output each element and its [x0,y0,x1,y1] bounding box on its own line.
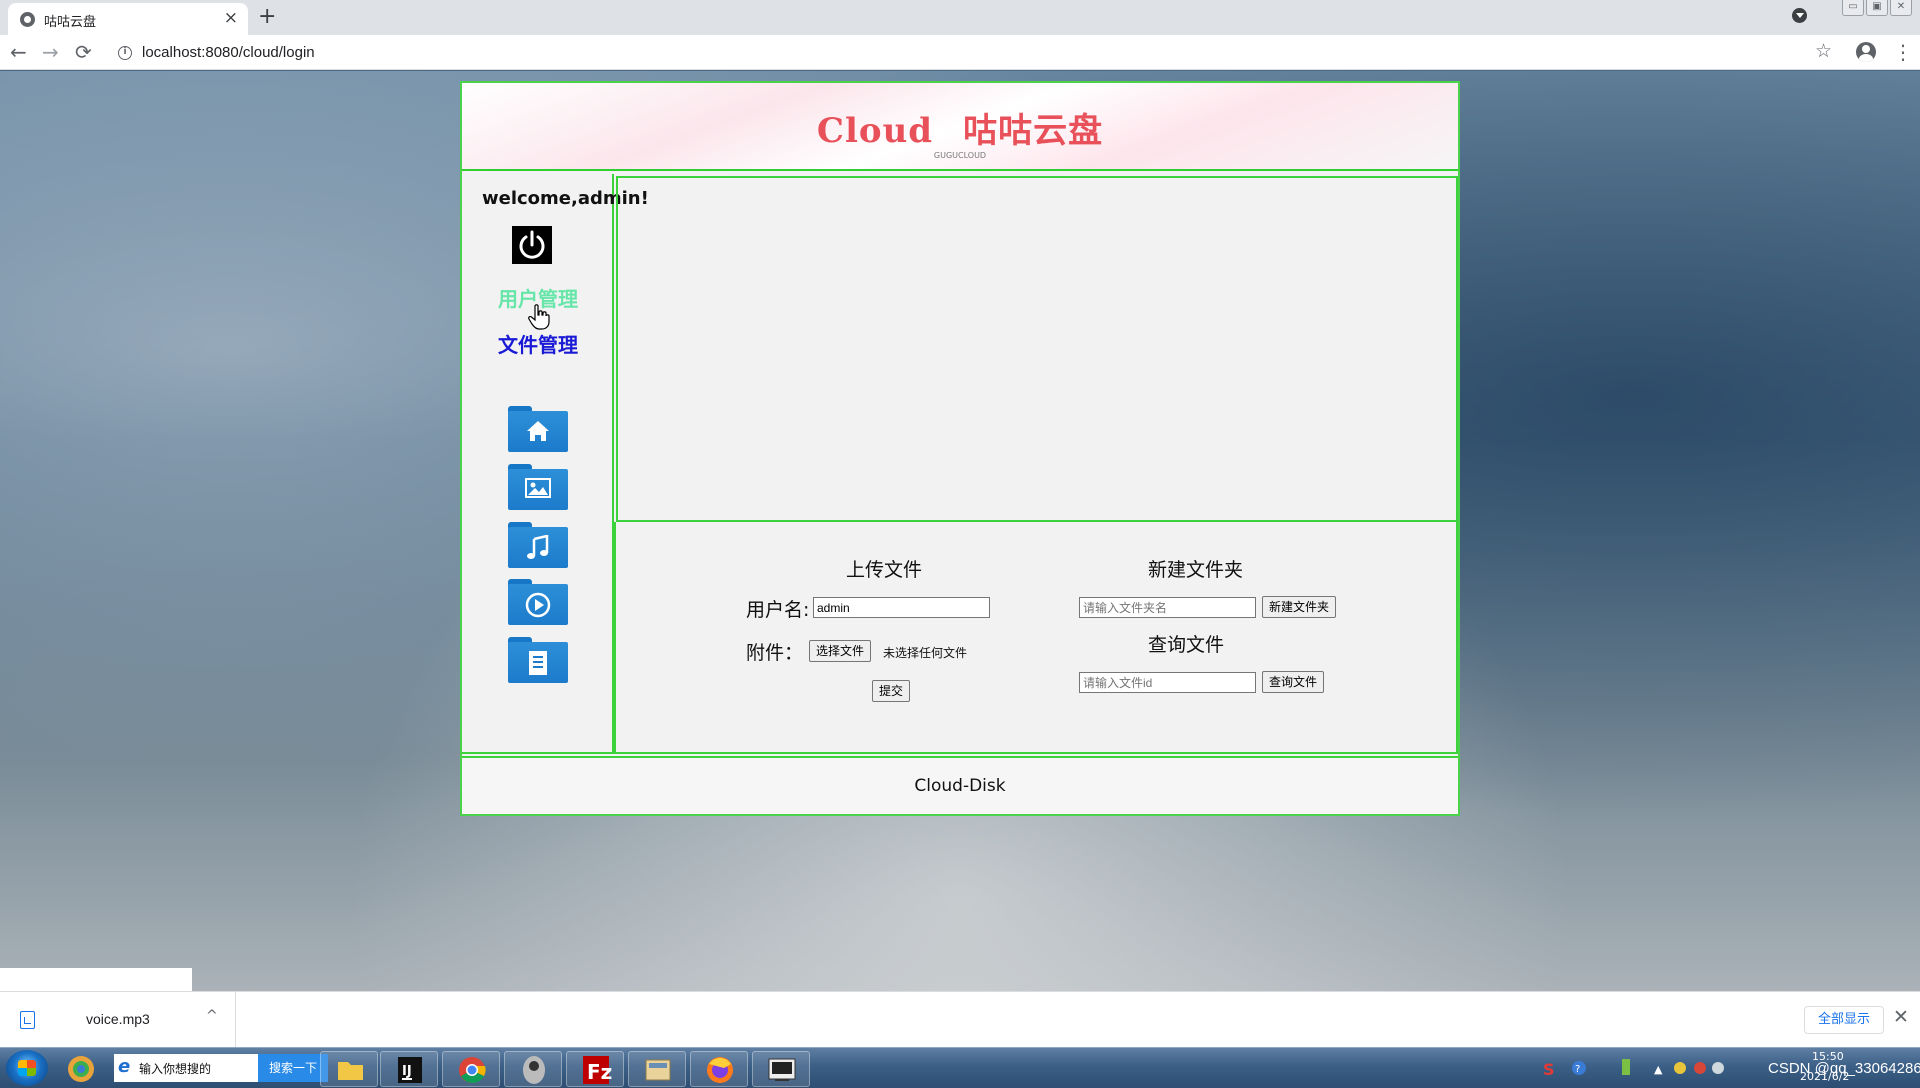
browser-360-icon[interactable] [56,1051,106,1087]
folder-name-input[interactable] [1079,597,1256,618]
music-folder-icon[interactable] [508,522,568,568]
filezilla-icon[interactable]: Fz [566,1051,624,1087]
footer-text: Cloud-Disk [914,776,1006,796]
query-heading: 查询文件 [1148,634,1225,656]
folder-window-icon[interactable] [628,1051,686,1087]
submit-button[interactable]: 提交 [872,680,911,702]
choose-file-button[interactable]: 选择文件 [809,640,872,662]
ie-logo-icon: e [118,1056,131,1077]
svg-text:▲: ▲ [1654,1063,1663,1076]
logout-power-icon[interactable] [512,226,552,264]
tab-close-button[interactable]: × [224,8,238,28]
new-tab-button[interactable]: + [258,4,276,30]
audio-file-icon [20,1011,35,1029]
file-explorer-folder-icon[interactable] [320,1051,378,1087]
svg-text:IJ: IJ [402,1064,412,1079]
system-tray: S ? ▲ [1542,1048,1772,1088]
image-folder-icon[interactable] [508,464,568,510]
username-field[interactable] [813,597,990,618]
firefox-icon[interactable] [690,1051,748,1087]
intellij-idea-icon[interactable]: IJ [380,1051,438,1087]
clock-date[interactable]: 2021/6/2 [1800,1070,1849,1083]
chevron-up-icon[interactable]: ^ [206,1008,218,1024]
svg-text:S: S [1543,1060,1555,1079]
bookmark-star-icon[interactable]: ☆ [1815,40,1832,62]
url-text[interactable]: localhost:8080/cloud/login [142,44,315,61]
browser-toolbar: ← → ⟳ i localhost:8080/cloud/login ☆ ⋮ [0,35,1920,70]
svg-text:?: ? [1575,1064,1580,1075]
download-file-name[interactable]: voice.mp3 [86,1011,150,1027]
browser-menu-icon[interactable]: ⋮ [1893,41,1913,63]
show-all-button[interactable]: 全部显示 [1804,1006,1884,1034]
taskbar-search-input[interactable]: e 输入你想搜的 [114,1054,258,1082]
content-area [616,176,1458,522]
file-id-input[interactable] [1079,672,1256,693]
minimize-button[interactable]: ▭ [1842,0,1864,16]
page-viewport: Cloud 咕咕云盘 GUGUCLOUD welcome,admin! 用户管理 … [0,71,1920,991]
window-controls: ▭ ▣ ✕ [1842,0,1912,16]
page-footer: Cloud-Disk [462,756,1458,814]
upload-heading: 上传文件 [846,559,923,581]
query-file-button[interactable]: 查询文件 [1262,671,1325,693]
clock-time[interactable]: 15:50 [1812,1050,1844,1063]
taskbar-search-text[interactable]: 输入你想搜的 [139,1060,211,1077]
address-bar[interactable]: i localhost:8080/cloud/login [110,39,1830,67]
tab-title: 咕咕云盘 [44,14,97,29]
new-folder-heading: 新建文件夹 [1148,559,1244,581]
close-window-button[interactable]: ✕ [1890,0,1912,16]
home-folder-icon[interactable] [508,406,568,452]
banner-title-cloud: Cloud [816,111,934,151]
reload-button[interactable]: ⟳ [75,41,92,63]
forms-area: 上传文件 用户名: 附件： 选择文件 未选择任何文件 提交 新建文件夹 新建文件… [614,522,1458,754]
globe-icon [20,12,35,27]
no-file-chosen-text: 未选择任何文件 [883,646,968,660]
banner: Cloud 咕咕云盘 GUGUCLOUD [462,83,1458,171]
download-bar-close-icon[interactable]: ✕ [1893,1006,1909,1028]
attachment-label: 附件： [746,642,804,664]
banner-subtitle: GUGUCLOUD [933,151,987,160]
new-folder-button[interactable]: 新建文件夹 [1262,596,1337,618]
terminal-app-icon[interactable] [752,1051,810,1087]
app-avatar-icon[interactable] [504,1051,562,1087]
start-button[interactable] [6,1050,48,1086]
profile-icon[interactable] [1856,42,1876,62]
download-bar: voice.mp3 ^ 全部显示 ✕ [0,991,1920,1048]
cloud-disk-page: Cloud 咕咕云盘 GUGUCLOUD welcome,admin! 用户管理 … [460,81,1460,816]
document-folder-icon[interactable] [508,637,568,683]
browser-tab[interactable]: 咕咕云盘 × [8,3,248,35]
video-folder-icon[interactable] [508,579,568,625]
banner-title: Cloud 咕咕云盘 [462,103,1458,152]
username-label: 用户名: [746,599,810,621]
sidebar: welcome,admin! 用户管理 文件管理 [462,174,649,754]
chrome-icon[interactable] [442,1051,500,1087]
download-bar-tab [0,968,192,992]
forward-button[interactable]: → [42,41,59,63]
info-icon[interactable]: i [118,46,132,60]
tab-search-icon[interactable] [1792,8,1807,23]
taskbar-search-button[interactable]: 搜索一下 [258,1054,328,1082]
banner-title-chinese: 咕咕云盘 [963,111,1104,151]
back-button[interactable]: ← [10,41,27,63]
windows-taskbar: e 输入你想搜的 搜索一下 IJ Fz S ? ▲ CSDN @qq_33064 [0,1047,1920,1088]
hand-cursor-icon [528,304,550,334]
browser-tabbar: 咕咕云盘 × + ▭ ▣ ✕ [0,0,1920,35]
download-item[interactable]: voice.mp3 ^ [0,992,236,1048]
restore-button[interactable]: ▣ [1866,0,1888,16]
svg-text:Fz: Fz [587,1060,612,1084]
